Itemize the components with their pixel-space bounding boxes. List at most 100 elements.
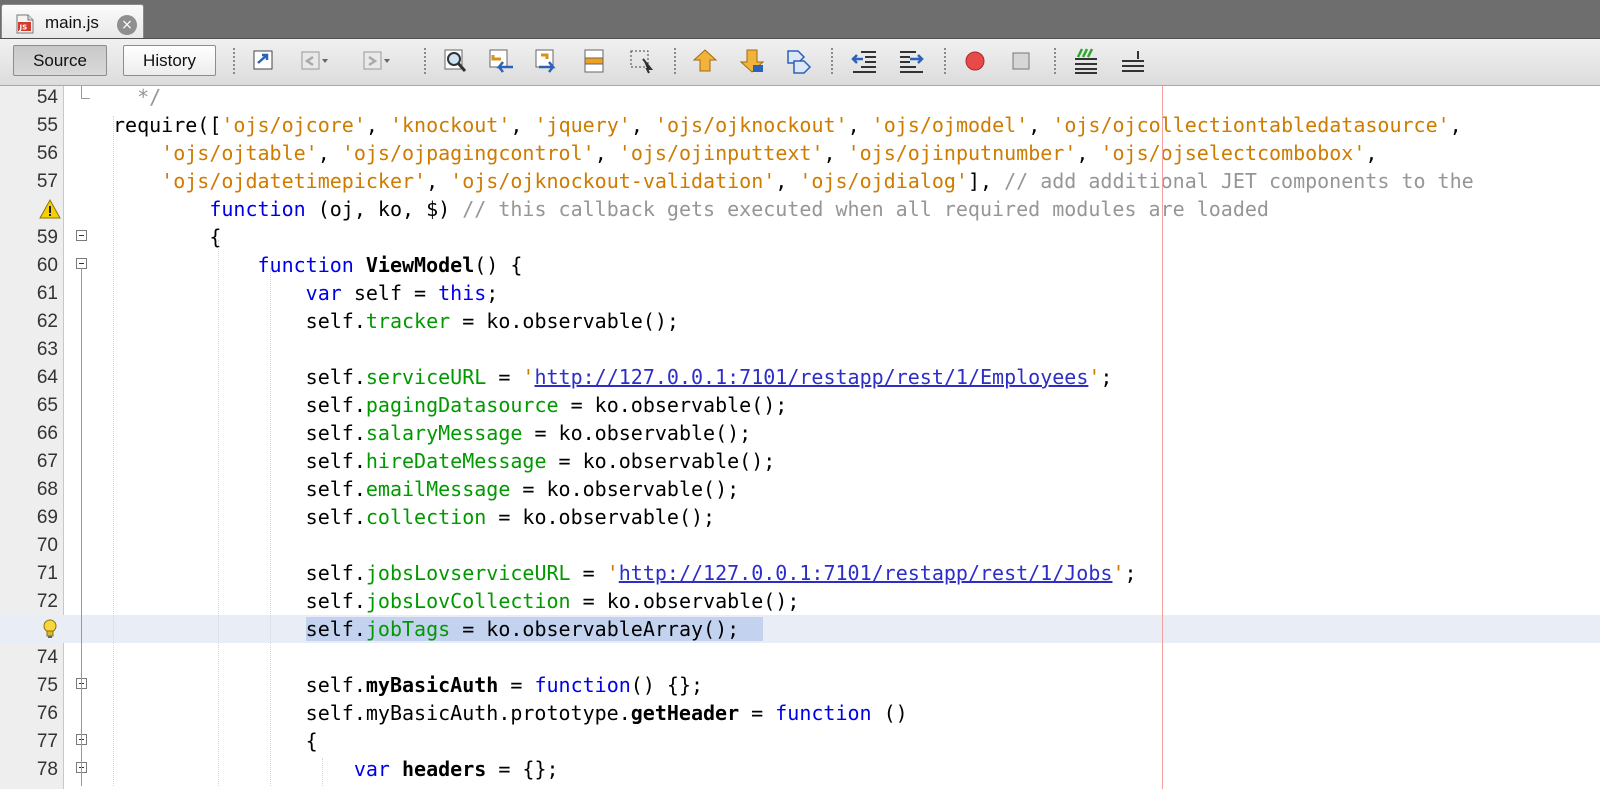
- code-token: hireDateMessage: [365, 449, 547, 473]
- code-token: function: [775, 701, 872, 725]
- code-line[interactable]: 76 self.myBasicAuth.prototype.getHeader …: [0, 699, 1600, 727]
- code-editor[interactable]: 54 */ 55 require(['ojs/ojcore', 'knockout'…: [0, 86, 1600, 789]
- find-previous-icon[interactable]: [487, 47, 517, 75]
- code-token: = ko.observable();: [450, 309, 679, 333]
- history-button[interactable]: History: [123, 45, 216, 76]
- code-line[interactable]: 67 self.hireDateMessage = ko.observable(…: [0, 447, 1600, 475]
- code-token: 'ojs/ojinputnumber': [847, 141, 1077, 165]
- code-token: 'ojs/ojtable': [161, 141, 318, 165]
- code-line[interactable]: 74: [0, 643, 1600, 671]
- toolbar-separator: [1054, 48, 1056, 74]
- uncomment-icon[interactable]: [1117, 47, 1147, 75]
- stop-macro-icon[interactable]: [1006, 47, 1036, 75]
- code-token: 'ojs/ojcore': [221, 113, 366, 137]
- forward-icon[interactable]: [360, 47, 390, 75]
- code-line[interactable]: 64 self.serviceURL = 'http://127.0.0.1:7…: [0, 363, 1600, 391]
- code-token: self.myBasicAuth.prototype.: [113, 701, 631, 725]
- code-line[interactable]: 59 {: [0, 223, 1600, 251]
- code-line[interactable]: 68 self.emailMessage = ko.observable();: [0, 475, 1600, 503]
- next-bookmark-icon[interactable]: [737, 47, 767, 75]
- code-token: serviceURL: [365, 365, 487, 389]
- toggle-highlight-icon[interactable]: [580, 47, 610, 75]
- code-line[interactable]: 78 var headers = {};: [0, 755, 1600, 783]
- code-token: ,: [630, 113, 655, 137]
- code-token: */: [113, 86, 162, 109]
- code-text: function (oj, ko, $) // this callback ge…: [113, 197, 1269, 221]
- previous-bookmark-icon[interactable]: [690, 47, 720, 75]
- url-link[interactable]: http://127.0.0.1:7101/restapp/rest/1/Emp…: [534, 365, 1088, 389]
- code-token: ,: [775, 169, 800, 193]
- comment-icon[interactable]: [1070, 47, 1100, 75]
- code-line[interactable]: 71 self.jobsLovserviceURL = 'http://127.…: [0, 559, 1600, 587]
- code-line[interactable]: 75 self.myBasicAuth = function() {};: [0, 671, 1600, 699]
- code-token: myBasicAuth: [365, 673, 499, 697]
- code-line[interactable]: 54 */: [0, 86, 1600, 111]
- code-line[interactable]: 57 'ojs/ojdatetimepicker', 'ojs/ojknocko…: [0, 167, 1600, 195]
- code-token: var: [353, 757, 390, 781]
- code-text: require(['ojs/ojcore', 'knockout', 'jque…: [113, 113, 1462, 137]
- rectangular-selection-icon[interactable]: [627, 47, 657, 75]
- code-token: jobsLovserviceURL: [365, 561, 571, 585]
- code-token: 'ojs/ojdialog': [799, 169, 968, 193]
- close-icon[interactable]: ×: [117, 15, 137, 35]
- lightbulb-hint-icon[interactable]: [39, 618, 61, 640]
- code-token: ;: [486, 281, 499, 305]
- code-line[interactable]: self.jobTags = ko.observableArray();: [0, 615, 1600, 643]
- code-line[interactable]: function (oj, ko, $) // this callback ge…: [0, 195, 1600, 223]
- indent-guide: [322, 758, 323, 786]
- code-text: self.myBasicAuth.prototype.getHeader = f…: [113, 701, 908, 725]
- last-edit-icon[interactable]: [249, 47, 279, 75]
- find-next-icon[interactable]: [533, 47, 563, 75]
- code-line[interactable]: 69 self.collection = ko.observable();: [0, 503, 1600, 531]
- code-token: ': [606, 561, 619, 585]
- svg-text:JS: JS: [19, 24, 28, 32]
- indent-guide: [113, 116, 114, 786]
- line-number: 72: [36, 591, 58, 612]
- code-line[interactable]: 66 self.salaryMessage = ko.observable();: [0, 419, 1600, 447]
- code-line[interactable]: 65 self.pagingDatasource = ko.observable…: [0, 391, 1600, 419]
- code-token: jobsLovCollection: [365, 589, 571, 613]
- code-token: // this callback gets executed when all …: [462, 197, 1269, 221]
- code-text: */: [113, 86, 161, 109]
- code-token: this: [438, 281, 487, 305]
- search-icon[interactable]: [441, 47, 471, 75]
- code-token: 'ojs/ojcollectiontabledatasource': [1052, 113, 1450, 137]
- line-number: 67: [36, 451, 58, 472]
- code-token: ,: [594, 141, 619, 165]
- code-token: {: [113, 225, 222, 249]
- code-line[interactable]: 77 {: [0, 727, 1600, 755]
- code-token: ;: [1100, 365, 1113, 389]
- tab-main-js[interactable]: JS main.js ×: [1, 4, 144, 38]
- code-token: tracker: [365, 309, 451, 333]
- line-number: 65: [36, 395, 58, 416]
- tab-label: main.js: [45, 13, 99, 32]
- code-line[interactable]: 55 require(['ojs/ojcore', 'knockout', 'jq…: [0, 111, 1600, 139]
- code-line[interactable]: 72 self.jobsLovCollection = ko.observabl…: [0, 587, 1600, 615]
- toggle-bookmark-icon[interactable]: [784, 47, 814, 75]
- code-text: self.hireDateMessage = ko.observable();: [113, 449, 776, 473]
- warning-icon[interactable]: [39, 198, 61, 220]
- code-line[interactable]: 61 var self = this;: [0, 279, 1600, 307]
- url-link[interactable]: http://127.0.0.1:7101/restapp/rest/1/Job…: [619, 561, 1113, 585]
- fold-collapse-icon[interactable]: [76, 230, 87, 241]
- code-line[interactable]: 60 function ViewModel() {: [0, 251, 1600, 279]
- code-line[interactable]: 62 self.tracker = ko.observable();: [0, 307, 1600, 335]
- line-number: 59: [36, 227, 58, 248]
- code-line[interactable]: 70: [0, 531, 1600, 559]
- line-number: 75: [36, 675, 58, 696]
- code-line[interactable]: 63: [0, 335, 1600, 363]
- source-button[interactable]: Source: [13, 45, 107, 76]
- code-text: self.jobsLovserviceURL = 'http://127.0.0…: [113, 561, 1137, 585]
- code-line[interactable]: 56 'ojs/ojtable', 'ojs/ojpagingcontrol',…: [0, 139, 1600, 167]
- code-token: ,: [823, 141, 848, 165]
- code-token: ,: [1449, 113, 1462, 137]
- line-number: 77: [36, 731, 58, 752]
- code-token: {: [113, 729, 318, 753]
- shift-right-icon[interactable]: [896, 47, 926, 75]
- record-macro-icon[interactable]: [960, 47, 990, 75]
- shift-left-icon[interactable]: [849, 47, 879, 75]
- line-number: 66: [36, 423, 58, 444]
- back-icon[interactable]: [298, 47, 328, 75]
